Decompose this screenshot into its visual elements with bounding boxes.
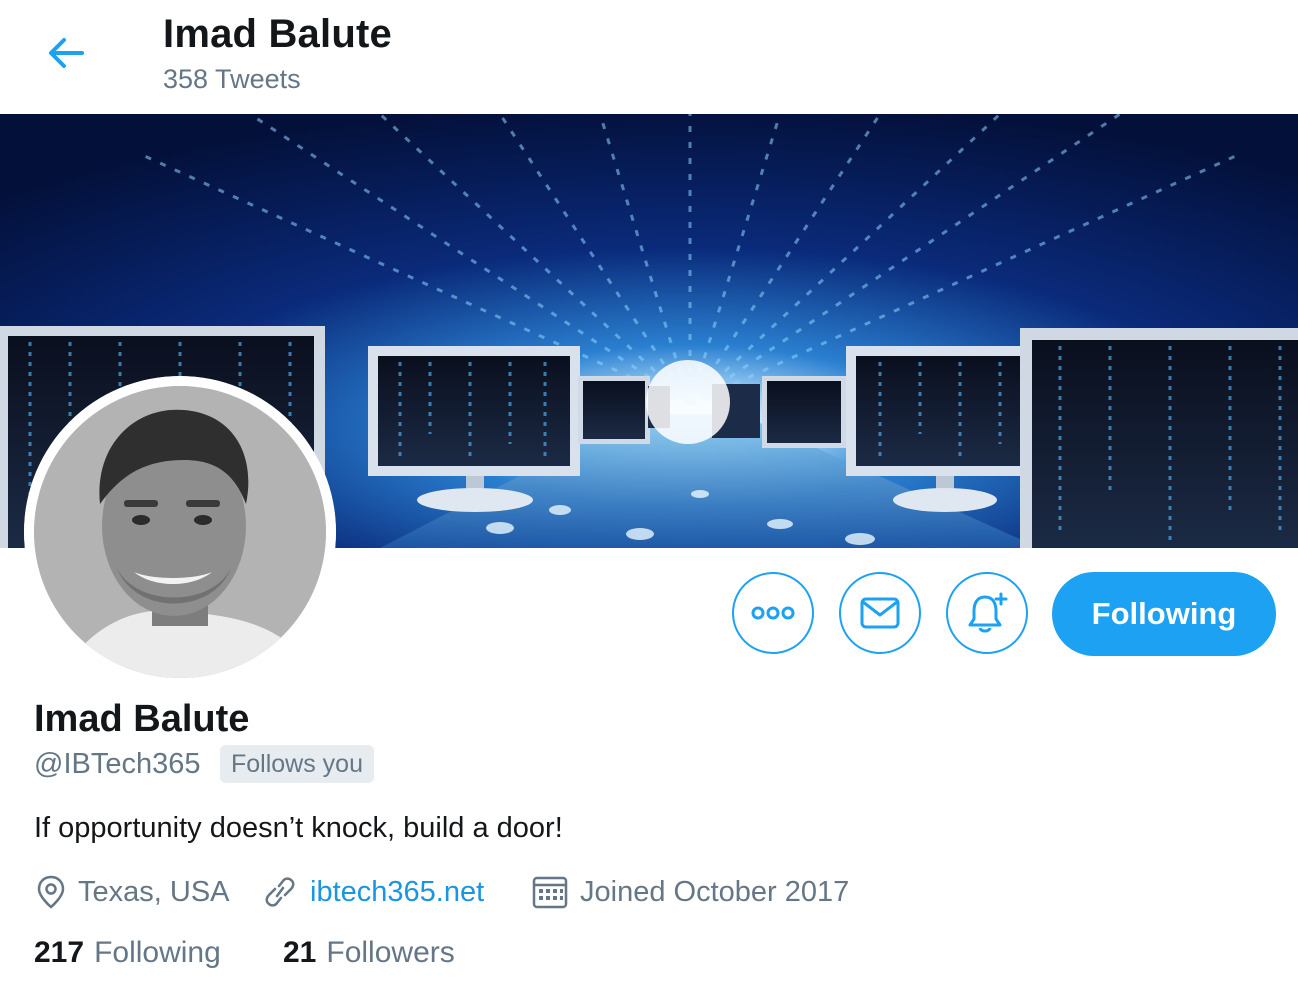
- followers-label: Followers: [326, 936, 455, 969]
- following-button[interactable]: Following: [1052, 572, 1276, 656]
- joined-text: Joined October 2017: [580, 875, 850, 908]
- profile-location: Texas, USA: [36, 872, 230, 912]
- followers-stat[interactable]: 21 Followers: [283, 936, 455, 970]
- tweet-count: 358 Tweets: [163, 64, 301, 94]
- profile-bio: If opportunity doesn’t knock, build a do…: [34, 812, 563, 844]
- notifications-button[interactable]: [946, 572, 1028, 654]
- profile-joined: Joined October 2017: [532, 872, 849, 912]
- profile-handle: @IBTech365: [34, 748, 201, 780]
- profile-header: Imad Balute 358 Tweets: [0, 0, 1298, 114]
- header-title: Imad Balute: [163, 12, 392, 56]
- following-stat[interactable]: 217 Following: [34, 936, 221, 970]
- profile-name: Imad Balute: [34, 698, 250, 740]
- back-button[interactable]: [38, 30, 94, 76]
- link-icon: [265, 877, 295, 907]
- message-button[interactable]: [839, 572, 921, 654]
- profile-website[interactable]: ibtech365.net: [262, 872, 484, 912]
- more-button[interactable]: [732, 572, 814, 654]
- more-horizontal-icon: [751, 606, 795, 620]
- arrow-left-icon: [49, 38, 84, 68]
- avatar[interactable]: [24, 376, 336, 688]
- location-text: Texas, USA: [78, 875, 230, 908]
- calendar-icon: [532, 876, 568, 909]
- website-link[interactable]: ibtech365.net: [310, 876, 484, 909]
- location-pin-icon: [37, 875, 65, 909]
- following-count: 217: [34, 936, 85, 969]
- follows-you-badge: Follows you: [220, 745, 374, 783]
- followers-count: 21: [283, 936, 317, 969]
- bell-plus-icon: [968, 592, 1008, 633]
- following-label: Following: [94, 936, 221, 969]
- envelope-icon: [860, 597, 900, 629]
